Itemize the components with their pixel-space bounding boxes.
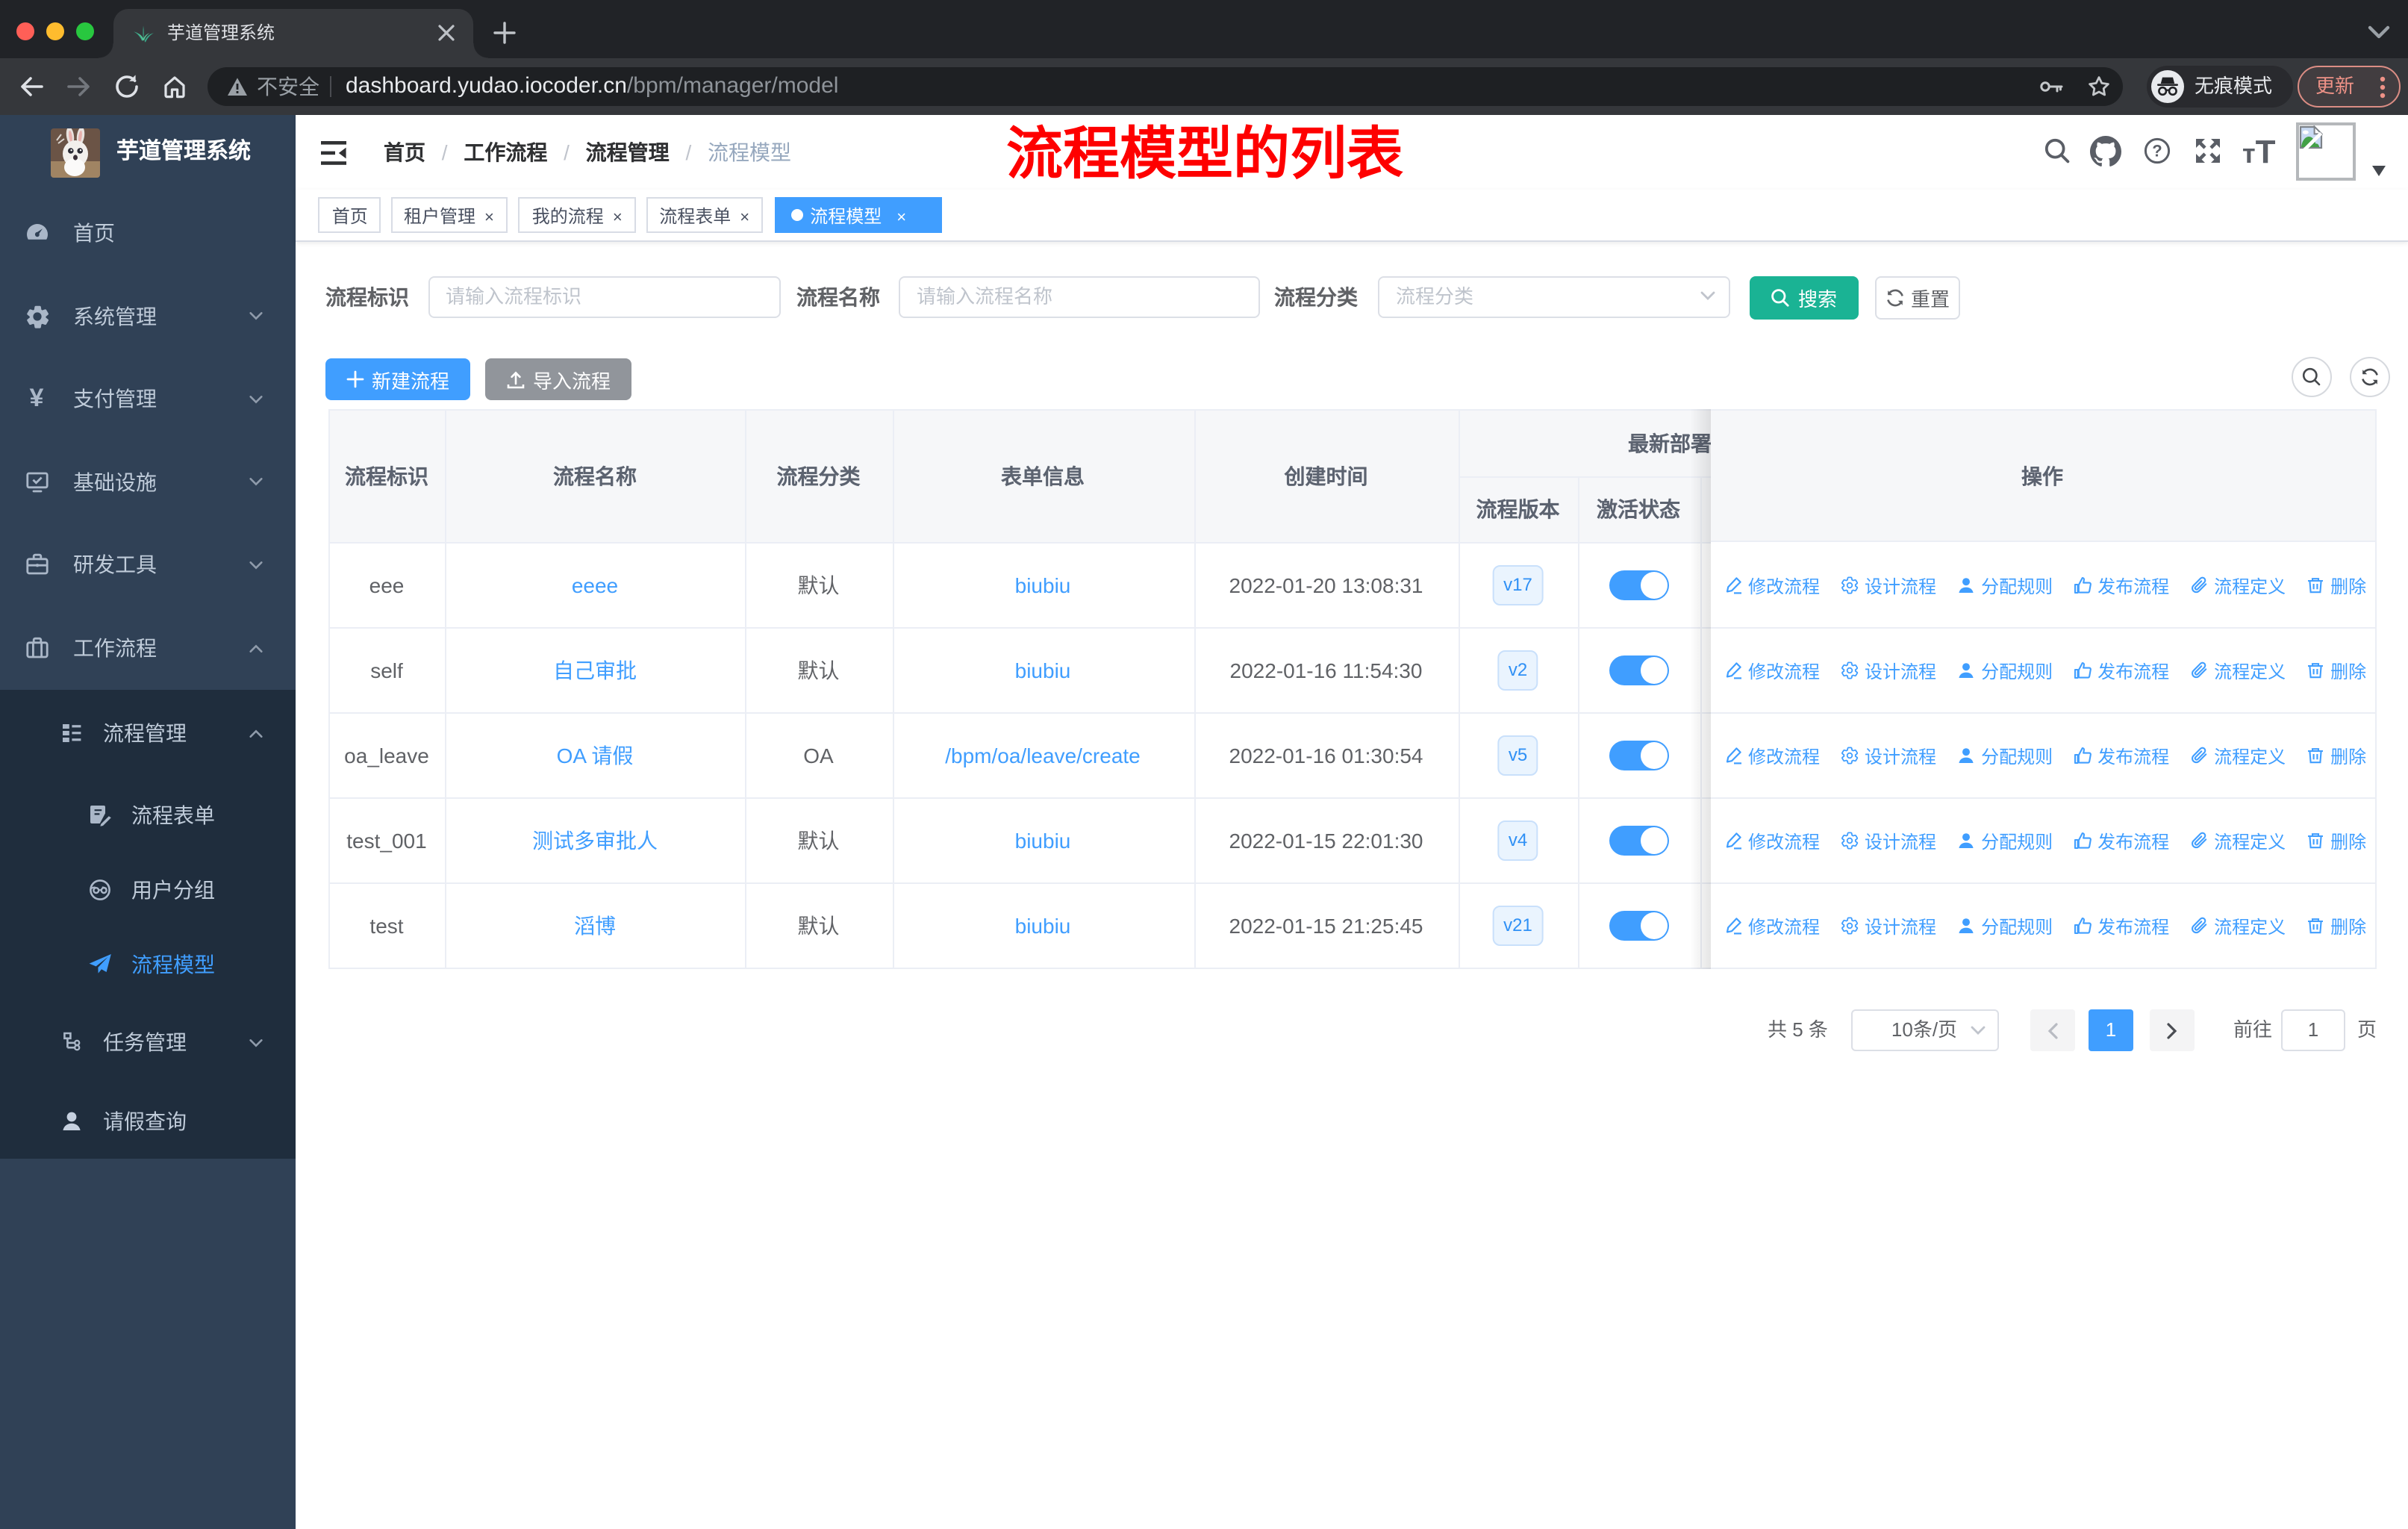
svg-text:?: ? — [2152, 142, 2162, 161]
